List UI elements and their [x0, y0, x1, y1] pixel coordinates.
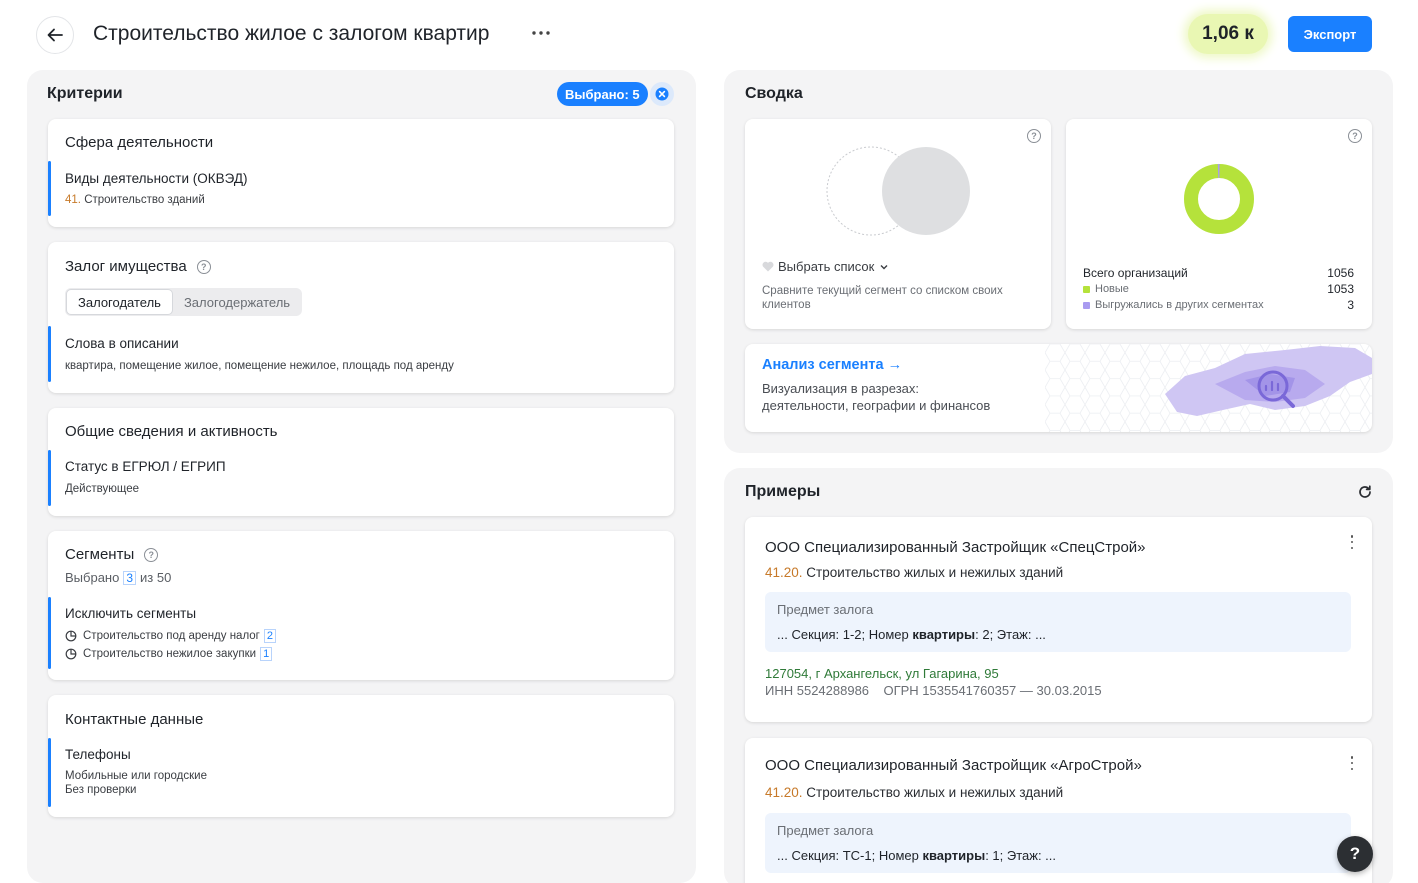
pledge-card[interactable]: Залог имущества ? Залогодатель Залогодер…: [48, 242, 674, 393]
pie-chart-icon: [65, 630, 77, 642]
activity-title: Сфера деятельности: [65, 134, 214, 151]
words-value: квартира, помещение жилое, помещение неж…: [65, 360, 454, 372]
pledge-subject-text: ... Секция: 1-2; Номер квартиры: 2; Этаж…: [777, 627, 1046, 642]
segments-bar: [48, 597, 51, 669]
export-button[interactable]: Экспорт: [1288, 16, 1372, 52]
okved-label: Виды деятельности (ОКВЭД): [65, 171, 248, 186]
general-card[interactable]: Общие сведения и активность Статус в ЕГР…: [48, 408, 674, 516]
clear-selection-button[interactable]: [650, 82, 674, 106]
pie-chart-icon: [65, 648, 77, 660]
company-okved: 41.20. Строительство жилых и нежилых зда…: [765, 785, 1064, 800]
segments-title: Сегменты ?: [65, 546, 159, 563]
help-icon[interactable]: ?: [196, 259, 211, 274]
select-list-dropdown[interactable]: Выбрать список: [762, 259, 889, 274]
example-card[interactable]: ООО Специализированный Застройщик «СпецС…: [745, 517, 1372, 722]
help-icon[interactable]: ?: [1027, 129, 1041, 143]
segment-analysis-description: Визуализация в разрезах: деятельности, г…: [762, 381, 991, 413]
words-label: Слова в описании: [65, 336, 179, 351]
segments-card[interactable]: Сегменты ? Выбрано 3 из 50 Исключить сегме…: [48, 531, 674, 680]
refresh-icon[interactable]: [1358, 485, 1372, 499]
arrow-left-icon: [47, 28, 63, 42]
general-title: Общие сведения и активность: [65, 423, 278, 440]
summary-title: Сводка: [745, 85, 803, 102]
status-label: Статус в ЕГРЮЛ / ЕГРИП: [65, 459, 226, 474]
total-label: Всего организаций: [1083, 266, 1188, 280]
phones-label: Телефоны: [65, 747, 131, 762]
activity-card[interactable]: Сфера деятельности Виды деятельности (ОК…: [48, 119, 674, 227]
close-circle-icon: [655, 87, 669, 101]
tab-pledgee[interactable]: Залогодержатель: [173, 289, 301, 315]
contacts-card[interactable]: Контактные данные Телефоны Мобильные или…: [48, 695, 674, 817]
examples-title: Примеры: [745, 483, 821, 500]
new-legend-dot: [1083, 285, 1090, 293]
phones-type: Мобильные или городские: [65, 770, 207, 782]
tab-pledger[interactable]: Залогодатель: [66, 289, 173, 315]
back-button[interactable]: [36, 16, 74, 54]
donut-chart: [1184, 164, 1254, 234]
contacts-bar: [48, 738, 51, 807]
company-okved: 41.20. Строительство жилых и нежилых зда…: [765, 565, 1064, 580]
heart-icon: [762, 261, 774, 272]
contacts-title: Контактные данные: [65, 711, 204, 728]
selected-count-pill[interactable]: Выбрано: 5: [557, 82, 648, 106]
compare-card[interactable]: ? Выбрать список Сравните текущий сегмен…: [745, 119, 1051, 329]
more-options-icon[interactable]: [531, 22, 551, 46]
status-value: Действующее: [65, 483, 139, 495]
pledge-bar: [48, 326, 51, 382]
new-value: 1053: [1327, 282, 1354, 296]
kebab-menu-icon[interactable]: [1350, 756, 1354, 770]
exclude-segments-label: Исключить сегменты: [65, 606, 197, 621]
activity-bar: [48, 161, 51, 216]
help-button[interactable]: ?: [1337, 836, 1373, 872]
total-value: 1056: [1327, 266, 1354, 280]
pledge-subject-label: Предмет залога: [777, 602, 874, 617]
segment-analysis-card[interactable]: Анализ сегмента → Визуализация в разреза…: [745, 344, 1372, 432]
kebab-menu-icon[interactable]: [1350, 535, 1354, 549]
totals-card: ? Всего организаций 1056 Новые 1053 Выгр…: [1066, 119, 1372, 329]
new-label: Новые: [1083, 283, 1129, 295]
example-card[interactable]: ООО Специализированный Застройщик «АгроС…: [745, 738, 1372, 883]
venn-diagram-icon: [826, 146, 970, 236]
company-ids: ИНН 5524288986 ОГРН 1535541760357 — 30.0…: [765, 683, 1102, 698]
pledge-subject-text: ... Секция: ТС-1; Номер квартиры: 1; Эта…: [777, 848, 1057, 863]
company-address: 127054, г Архангельск, ул Гагарина, 95: [765, 666, 999, 681]
pledge-role-toggle[interactable]: Залогодатель Залогодержатель: [65, 288, 303, 316]
segment-item[interactable]: Строительство нежилое закупки 1: [65, 647, 273, 661]
exported-value: 3: [1347, 298, 1354, 312]
segment-item[interactable]: Строительство под аренду налог 2: [65, 629, 276, 643]
company-name[interactable]: ООО Специализированный Застройщик «АгроС…: [765, 757, 1142, 774]
pledge-subject-box: Предмет залога ... Секция: 1-2; Номер кв…: [765, 592, 1351, 652]
help-icon[interactable]: ?: [1348, 129, 1362, 143]
exported-legend-dot: [1083, 301, 1090, 309]
pledge-subject-label: Предмет залога: [777, 823, 874, 838]
okved-value: 41. Строительство зданий: [65, 194, 205, 206]
page-title: Строительство жилое с залогом квартир: [93, 22, 490, 45]
compare-description: Сравните текущий сегмент со списком свои…: [762, 285, 1003, 311]
general-bar: [48, 450, 51, 506]
chevron-down-icon: [880, 264, 888, 269]
organizations-count-badge: 1,06 к: [1188, 14, 1268, 54]
segments-selected: Выбрано 3 из 50: [65, 570, 172, 585]
help-icon[interactable]: ?: [144, 547, 159, 562]
company-name[interactable]: ООО Специализированный Застройщик «СпецС…: [765, 539, 1146, 556]
criteria-title: Критерии: [47, 85, 123, 102]
exported-label: Выгружались в других сегментах: [1083, 299, 1264, 311]
pledge-title: Залог имущества ?: [65, 258, 211, 275]
pledge-subject-box: Предмет залога ... Секция: ТС-1; Номер к…: [765, 813, 1351, 873]
segment-analysis-link[interactable]: Анализ сегмента →: [762, 357, 902, 373]
phones-check: Без проверки: [65, 784, 137, 796]
